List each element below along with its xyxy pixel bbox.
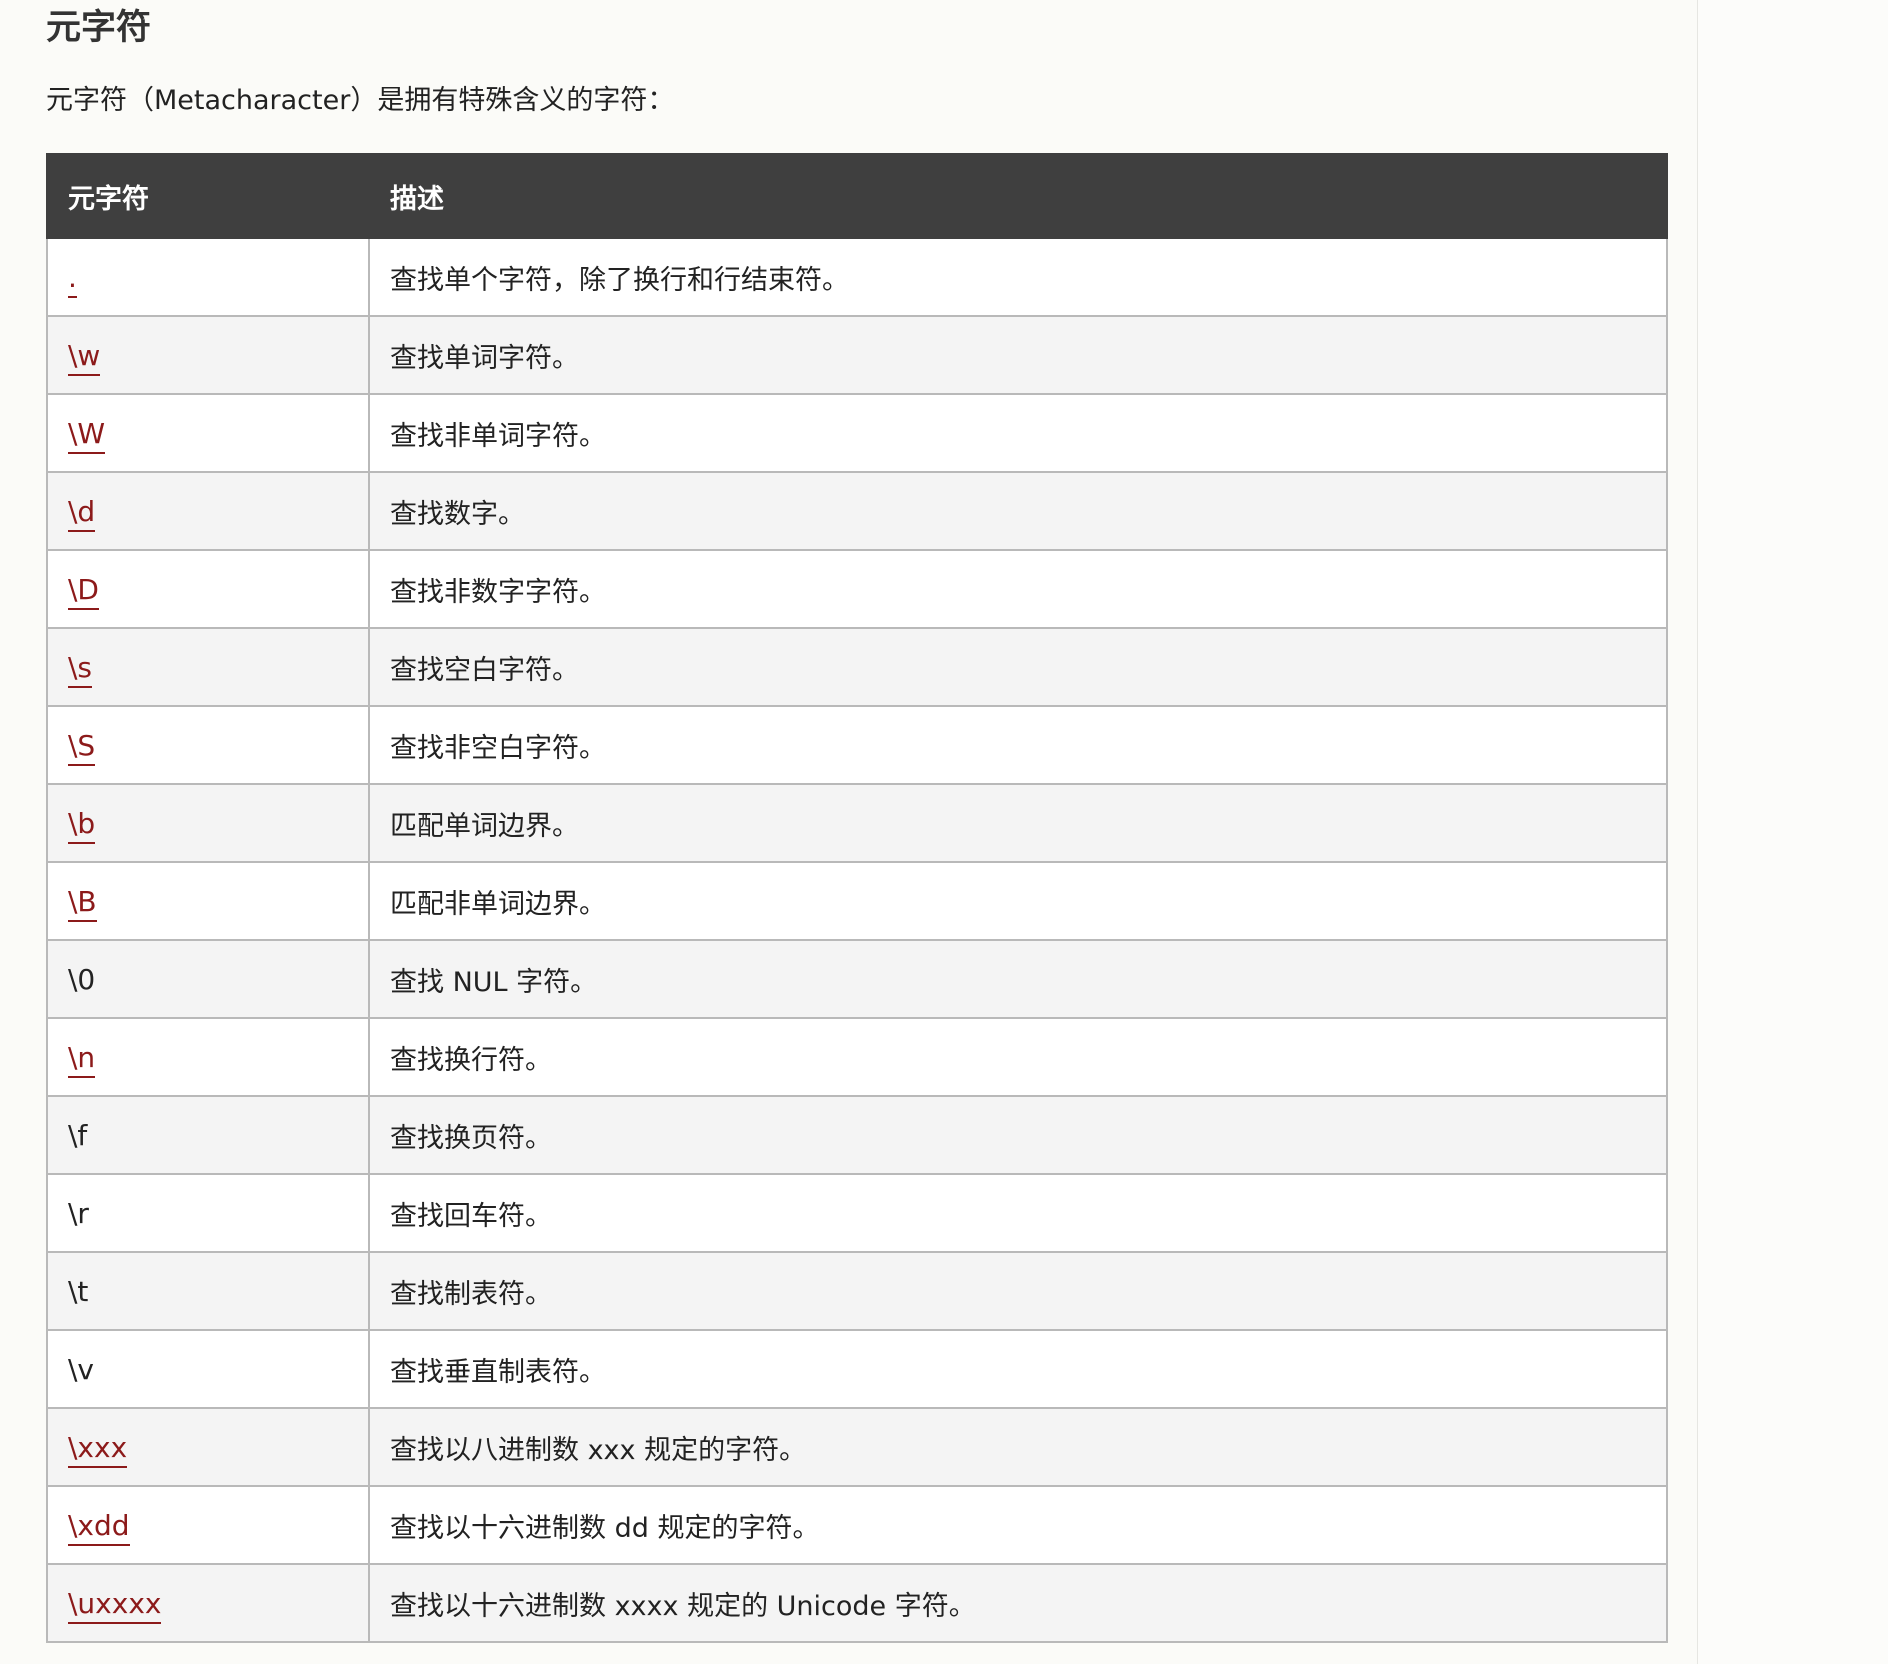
description-cell: 查找单词字符。 <box>368 315 1668 395</box>
metacharacter-cell: \r <box>46 1173 370 1253</box>
description-cell: 查找制表符。 <box>368 1251 1668 1331</box>
metacharacter-cell: \f <box>46 1095 370 1175</box>
description-cell: 查找以十六进制数 xxxx 规定的 Unicode 字符。 <box>368 1563 1668 1643</box>
section-heading: 元字符 <box>46 8 152 48</box>
table-row: \B 匹配非单词边界。 <box>46 861 1668 941</box>
intro-paragraph: 元字符（Metacharacter）是拥有特殊含义的字符： <box>46 85 675 116</box>
description-cell: 查找以十六进制数 dd 规定的字符。 <box>368 1485 1668 1565</box>
metacharacter-cell: \t <box>46 1251 370 1331</box>
header-description: 描述 <box>368 153 1668 239</box>
metacharacter-cell: \xdd <box>46 1485 370 1565</box>
table-row: \W 查找非单词字符。 <box>46 393 1668 473</box>
metacharacter-link[interactable]: \s <box>68 650 93 688</box>
metacharacter-link[interactable]: . <box>68 260 77 298</box>
metacharacter-text: \0 <box>68 962 96 996</box>
table-row: . 查找单个字符，除了换行和行结束符。 <box>46 237 1668 317</box>
metacharacter-cell: \W <box>46 393 370 473</box>
metacharacter-cell: \uxxxx <box>46 1563 370 1643</box>
metacharacter-cell: \0 <box>46 939 370 1019</box>
metacharacter-cell: \w <box>46 315 370 395</box>
table-row: \D 查找非数字字符。 <box>46 549 1668 629</box>
metacharacter-link[interactable]: \w <box>68 338 101 376</box>
metacharacter-link[interactable]: \S <box>68 728 96 766</box>
description-cell: 匹配非单词边界。 <box>368 861 1668 941</box>
table-row: \S 查找非空白字符。 <box>46 705 1668 785</box>
description-cell: 匹配单词边界。 <box>368 783 1668 863</box>
table-row: \0 查找 NUL 字符。 <box>46 939 1668 1019</box>
metacharacter-table: 元字符 描述 . 查找单个字符，除了换行和行结束符。 \w 查找单词字符。 \W 查找非单… <box>46 153 1668 1643</box>
metacharacter-cell: \d <box>46 471 370 551</box>
description-cell: 查找 NUL 字符。 <box>368 939 1668 1019</box>
table-row: \t 查找制表符。 <box>46 1251 1668 1331</box>
description-cell: 查找非数字字符。 <box>368 549 1668 629</box>
metacharacter-cell: \b <box>46 783 370 863</box>
table-row: \d 查找数字。 <box>46 471 1668 551</box>
metacharacter-cell: \v <box>46 1329 370 1409</box>
table-row: \w 查找单词字符。 <box>46 315 1668 395</box>
metacharacter-link[interactable]: \D <box>68 572 99 610</box>
metacharacter-cell: \s <box>46 627 370 707</box>
description-cell: 查找空白字符。 <box>368 627 1668 707</box>
metacharacter-link[interactable]: \W <box>68 416 106 454</box>
description-cell: 查找回车符。 <box>368 1173 1668 1253</box>
description-cell: 查找以八进制数 xxx 规定的字符。 <box>368 1407 1668 1487</box>
description-cell: 查找换行符。 <box>368 1017 1668 1097</box>
metacharacter-cell: \S <box>46 705 370 785</box>
table-row: \n 查找换行符。 <box>46 1017 1668 1097</box>
metacharacter-link[interactable]: \xxx <box>68 1430 128 1468</box>
table-row: \r 查找回车符。 <box>46 1173 1668 1253</box>
metacharacter-link[interactable]: \d <box>68 494 96 532</box>
table-row: \uxxxx 查找以十六进制数 xxxx 规定的 Unicode 字符。 <box>46 1563 1668 1643</box>
header-metacharacter: 元字符 <box>46 153 370 239</box>
description-cell: 查找非单词字符。 <box>368 393 1668 473</box>
metacharacter-link[interactable]: \b <box>68 806 96 844</box>
metacharacter-text: \r <box>68 1196 89 1230</box>
metacharacter-link[interactable]: \xdd <box>68 1508 130 1546</box>
metacharacter-cell: \xxx <box>46 1407 370 1487</box>
metacharacter-link[interactable]: \n <box>68 1040 96 1078</box>
table-row: \v 查找垂直制表符。 <box>46 1329 1668 1409</box>
description-cell: 查找换页符。 <box>368 1095 1668 1175</box>
table-body: . 查找单个字符，除了换行和行结束符。 \w 查找单词字符。 \W 查找非单词字符。 \d 查… <box>46 237 1668 1643</box>
description-cell: 查找非空白字符。 <box>368 705 1668 785</box>
table-header-row: 元字符 描述 <box>46 153 1668 239</box>
metacharacter-cell: \D <box>46 549 370 629</box>
table-row: \s 查找空白字符。 <box>46 627 1668 707</box>
right-sidebar <box>1698 0 1888 1664</box>
metacharacter-cell: \n <box>46 1017 370 1097</box>
metacharacter-link[interactable]: \uxxxx <box>68 1586 162 1624</box>
description-cell: 查找垂直制表符。 <box>368 1329 1668 1409</box>
table-row: \b 匹配单词边界。 <box>46 783 1668 863</box>
description-cell: 查找单个字符，除了换行和行结束符。 <box>368 237 1668 317</box>
description-cell: 查找数字。 <box>368 471 1668 551</box>
metacharacter-text: \f <box>68 1118 88 1152</box>
table-row: \xxx 查找以八进制数 xxx 规定的字符。 <box>46 1407 1668 1487</box>
table-row: \f 查找换页符。 <box>46 1095 1668 1175</box>
metacharacter-cell: . <box>46 237 370 317</box>
metacharacter-link[interactable]: \B <box>68 884 97 922</box>
table-row: \xdd 查找以十六进制数 dd 规定的字符。 <box>46 1485 1668 1565</box>
metacharacter-cell: \B <box>46 861 370 941</box>
metacharacter-text: \v <box>68 1352 95 1386</box>
metacharacter-text: \t <box>68 1274 89 1308</box>
